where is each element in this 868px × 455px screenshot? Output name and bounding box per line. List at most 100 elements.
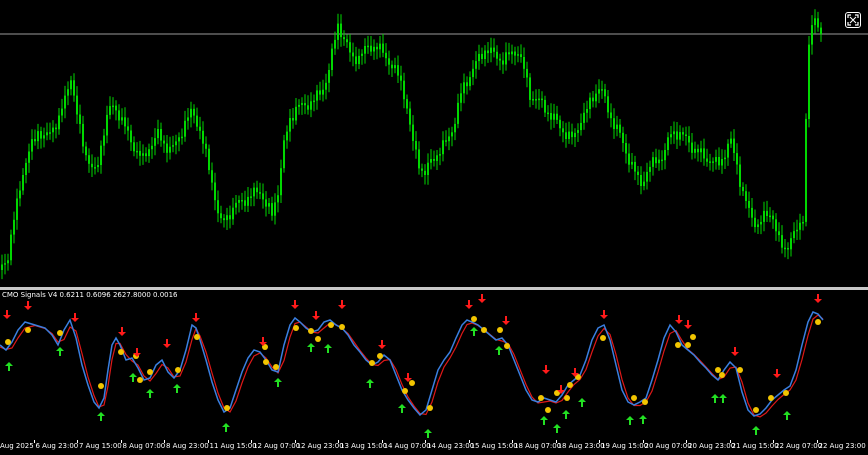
arrow-down-icon [312,311,320,320]
candle-body [25,162,27,175]
candle-body [550,113,552,120]
candle-body [199,126,201,131]
candle-body [598,89,600,94]
price-chart[interactable] [0,0,868,287]
candle-body [667,137,669,150]
signal-dot [538,395,544,401]
candle-body [52,127,54,133]
candle-body [259,192,261,194]
signal-dot [194,334,200,340]
arrow-down-icon [684,320,692,329]
candle-body [82,123,84,147]
candle-body [19,190,21,199]
candle-body [481,53,483,59]
arrow-up-icon [398,404,406,413]
candle-body [499,58,501,61]
candle-body [511,51,513,55]
candle-body [613,118,615,129]
signal-dot [675,342,681,348]
signal-arrows [3,294,822,438]
candle-body [748,201,750,208]
candle-body [427,162,429,175]
signal-dot [715,367,721,373]
candle-body [706,158,708,162]
signal-dot [685,342,691,348]
candle-body [751,207,753,218]
arrow-up-icon [470,327,478,336]
candle-body [10,234,12,261]
candle-body [559,119,561,129]
candle-body [670,134,672,138]
arrow-down-icon [378,340,386,349]
candle-body [151,145,153,150]
time-axis-tick [729,440,731,443]
candle-body [376,46,378,50]
signal-dot [719,372,725,378]
time-axis-tick [642,440,644,443]
signal-dot [753,407,759,413]
candle-body [226,215,228,221]
candle-body [730,138,732,144]
candle-body [166,143,168,153]
candle-body [457,102,459,124]
candle-body [622,132,624,143]
candle-body [187,117,189,121]
candle-body [379,43,381,50]
candle-body [691,142,693,153]
candle-body [445,140,447,142]
signal-dot [224,405,230,411]
cmo-indicator-pane[interactable] [0,290,868,438]
candle-body [709,161,711,163]
arrow-down-icon [118,327,126,336]
candle-body [241,200,243,202]
candle-body [70,80,72,90]
cmo-fast-line [0,311,824,417]
signal-dot [631,395,637,401]
candle-body [4,263,6,265]
candle-body [253,187,255,197]
signal-dot [5,339,11,345]
candle-body [745,191,747,201]
candle-body [289,118,291,132]
candle-body [472,68,474,78]
signal-dot [471,316,477,322]
time-axis-label: 8 Aug 07:00 [122,442,166,450]
candle-body [181,136,183,139]
signal-dot [175,367,181,373]
arrow-down-icon [502,316,510,325]
candle-body [784,247,786,250]
time-axis-tick [33,440,35,443]
candle-body [46,132,48,136]
candle-body [286,131,288,141]
candle-body [322,89,324,95]
signal-dot [118,349,124,355]
time-axis-label: 22 Aug 23:00 [818,442,866,450]
signal-dot [497,327,503,333]
candle-body [373,46,375,52]
candle-body [190,108,192,118]
candle-body [127,126,129,131]
candle-body [544,99,546,113]
candle-body [637,171,639,175]
candle-body [307,105,309,110]
candle-body [454,123,456,133]
candle-body [583,112,585,123]
candle-body [115,105,117,111]
signal-dot [98,383,104,389]
candle-body [184,120,186,137]
candle-body [169,146,171,153]
candle-body [757,224,759,227]
candle-body [439,154,441,156]
candle-body [244,200,246,206]
candle-body [799,222,801,230]
candle-body [148,149,150,157]
candle-body [364,46,366,54]
fullscreen-button[interactable] [845,12,861,28]
arrow-down-icon [731,347,739,356]
candle-body [130,130,132,143]
signal-dot [409,380,415,386]
candle-body [700,148,702,153]
signal-dot [768,395,774,401]
arrow-down-icon [478,294,486,303]
candle-body [1,264,3,270]
